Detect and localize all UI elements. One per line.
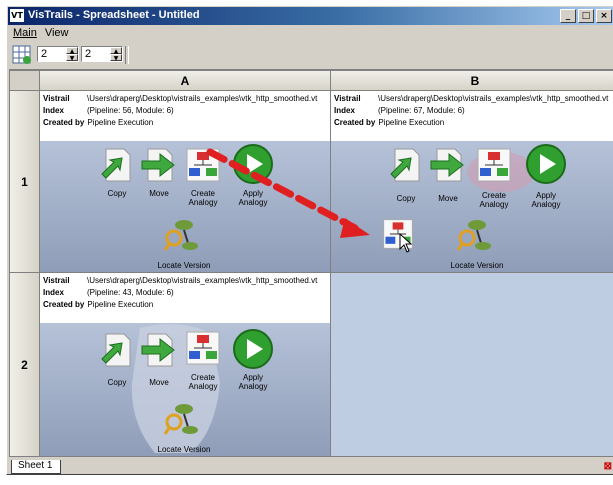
index-value: (Pipeline: 67, Module: 6) [378, 106, 465, 115]
vistrail-label: Vistrail [43, 94, 70, 103]
index-label: Index [43, 106, 64, 115]
apply-analogy-label: Apply Analogy [531, 191, 561, 209]
index-label: Index [334, 106, 355, 115]
index-value: (Pipeline: 43, Module: 6) [87, 288, 174, 297]
copy-icon[interactable] [98, 331, 136, 369]
move-label: Move [149, 189, 169, 198]
move-icon[interactable] [429, 146, 467, 184]
cell-canvas: Copy Move Create Analogy Apply Analogy L… [40, 141, 330, 272]
locate-version-icon[interactable] [164, 401, 200, 437]
rows-up-arrow-icon[interactable]: ▲ [66, 47, 78, 55]
created-by-label: Created by [43, 300, 85, 309]
index-label: Index [43, 288, 64, 297]
vistrail-path: \Users\draperg\Desktop\vistrails_example… [378, 94, 609, 103]
create-analogy-icon[interactable] [184, 329, 222, 367]
cell-a1[interactable]: Vistrail \Users\draperg\Desktop\vistrails… [39, 90, 331, 273]
menu-bar: Main View [9, 26, 73, 42]
rows-down-arrow-icon[interactable]: ▼ [66, 54, 78, 62]
minimize-button[interactable]: _ [560, 9, 576, 23]
toolbar: 2 ▲ ▼ 2 ▲ ▼ [9, 43, 613, 67]
locate-version-label: Locate Version [450, 261, 504, 270]
locate-version-icon[interactable] [164, 217, 200, 253]
copy-label: Copy [107, 189, 127, 198]
created-by-value: Pipeline Execution [378, 118, 445, 127]
vistrail-path: \Users\draperg\Desktop\vistrails_example… [87, 276, 318, 285]
grid-resize-icon[interactable] [12, 45, 32, 65]
apply-analogy-icon[interactable] [525, 143, 567, 185]
rows-value: 2 [41, 48, 48, 60]
create-analogy-label: Create Analogy [188, 373, 218, 391]
close-button[interactable]: × [596, 9, 612, 23]
move-icon[interactable] [140, 331, 178, 369]
apply-analogy-label: Apply Analogy [238, 373, 268, 391]
vistrails-logo-icon: VT [10, 9, 24, 22]
cell-a2[interactable]: Vistrail \Users\draperg\Desktop\vistrails… [39, 272, 331, 457]
close-sheet-icon[interactable]: ⊠ [604, 461, 612, 472]
cell-info: Vistrail \Users\draperg\Desktop\vistrails… [331, 91, 613, 141]
created-by-value: Pipeline Execution [87, 118, 154, 127]
tab-sheet-1[interactable]: Sheet 1 [11, 460, 62, 474]
mouse-cursor-icon [399, 233, 413, 253]
columns-value: 2 [85, 48, 92, 60]
columns-spinbox[interactable]: 2 ▲ ▼ [81, 46, 123, 62]
columns-up-arrow-icon[interactable]: ▲ [110, 47, 122, 55]
title-bar: VT VisTrails - Spreadsheet - Untitled _ … [8, 7, 613, 25]
apply-analogy-label: Apply Analogy [238, 189, 268, 207]
sheet-tab-bar: Sheet 1 ⊠ [9, 460, 613, 474]
toolbar-separator [125, 46, 129, 64]
move-label: Move [438, 194, 458, 203]
create-analogy-label: Create Analogy [188, 189, 218, 207]
cell-b2[interactable] [330, 272, 613, 457]
locate-version-label: Locate Version [157, 445, 211, 454]
copy-label: Copy [396, 194, 416, 203]
vistrail-path: \Users\draperg\Desktop\vistrails_example… [87, 94, 318, 103]
created-by-label: Created by [43, 118, 85, 127]
created-by-label: Created by [334, 118, 376, 127]
create-analogy-label: Create Analogy [479, 191, 509, 209]
menu-main[interactable]: Main [9, 26, 41, 42]
spreadsheet-grid: A B 1 2 Vistrail \Users\draperg\Desktop\v… [9, 69, 613, 460]
copy-icon[interactable] [98, 146, 136, 184]
index-value: (Pipeline: 56, Module: 6) [87, 106, 174, 115]
maximize-button[interactable]: □ [578, 9, 594, 23]
move-label: Move [149, 378, 169, 387]
locate-version-icon[interactable] [457, 217, 493, 253]
spreadsheet-window: VT VisTrails - Spreadsheet - Untitled _ … [6, 5, 613, 475]
columns-down-arrow-icon[interactable]: ▼ [110, 54, 122, 62]
cell-info: Vistrail \Users\draperg\Desktop\vistrails… [40, 273, 330, 323]
create-analogy-icon[interactable] [184, 146, 222, 184]
rows-spinbox[interactable]: 2 ▲ ▼ [37, 46, 79, 62]
cell-canvas: Copy Move Create Analogy Apply Analogy L… [40, 323, 330, 456]
column-header-b[interactable]: B [330, 70, 613, 91]
apply-analogy-icon[interactable] [232, 328, 274, 370]
cell-canvas: Copy Move Create Analogy Apply Analogy L… [331, 141, 613, 272]
row-header-2[interactable]: 2 [9, 272, 40, 457]
cell-info: Vistrail \Users\draperg\Desktop\vistrails… [40, 91, 330, 141]
create-analogy-icon[interactable] [475, 146, 513, 184]
created-by-value: Pipeline Execution [87, 300, 154, 309]
sheet-corner[interactable] [9, 70, 40, 91]
copy-label: Copy [107, 378, 127, 387]
window-title: VisTrails - Spreadsheet - Untitled [28, 9, 200, 21]
copy-icon[interactable] [387, 146, 425, 184]
move-icon[interactable] [140, 146, 178, 184]
column-header-a[interactable]: A [39, 70, 331, 91]
cell-b1[interactable]: Vistrail \Users\draperg\Desktop\vistrails… [330, 90, 613, 273]
vistrail-label: Vistrail [43, 276, 70, 285]
apply-analogy-icon[interactable] [232, 143, 274, 185]
row-header-1[interactable]: 1 [9, 90, 40, 273]
locate-version-label: Locate Version [157, 261, 211, 270]
vistrail-label: Vistrail [334, 94, 361, 103]
menu-view[interactable]: View [41, 26, 73, 42]
